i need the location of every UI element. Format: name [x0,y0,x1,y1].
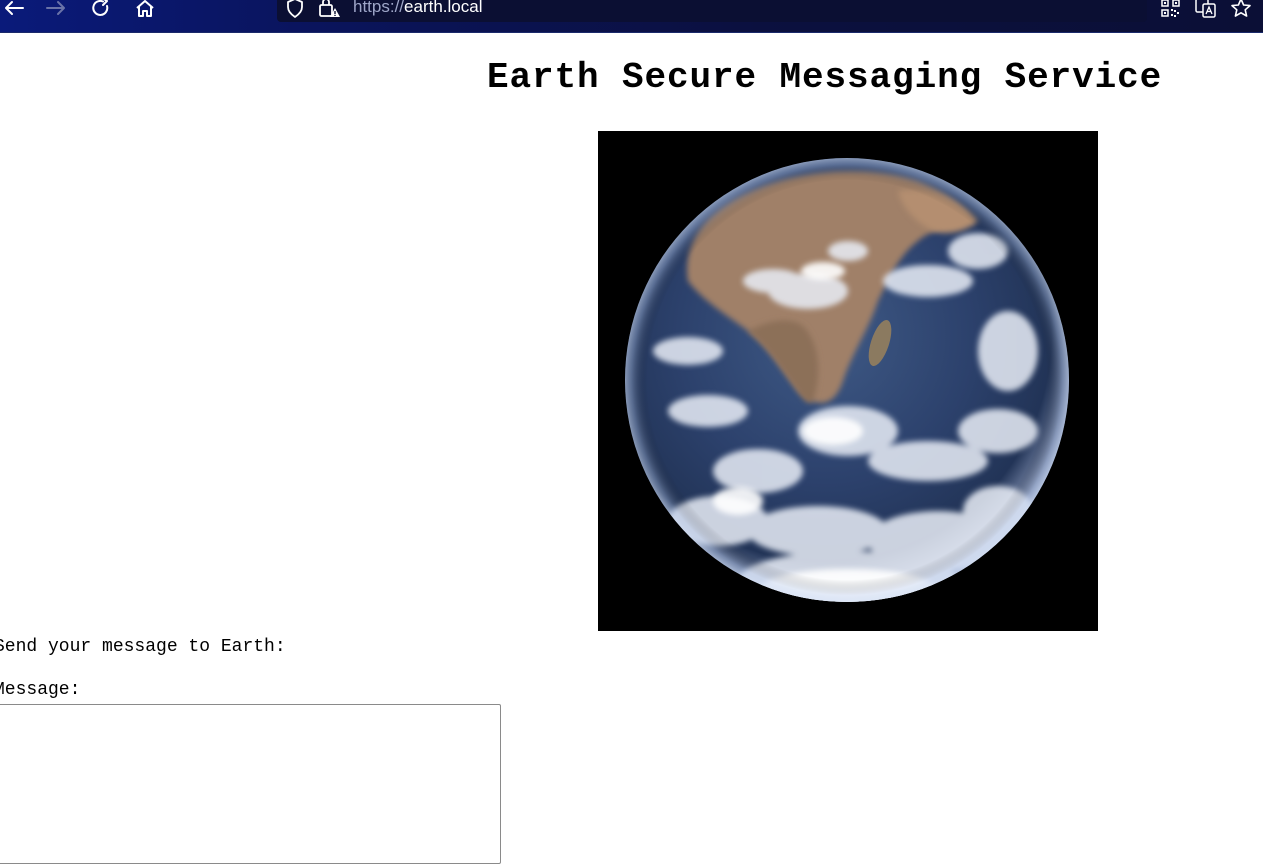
message-label: Message: [0,680,81,700]
forward-button[interactable] [42,0,70,18]
star-icon[interactable] [1229,0,1253,18]
message-textarea[interactable] [0,704,501,864]
url-scheme: https:// [353,0,405,16]
url-host: earth.local [404,0,483,16]
earth-image [598,131,1098,631]
home-icon [136,0,154,17]
browser-toolbar: https://earth.local [0,0,1263,33]
lock-warning-icon[interactable] [318,0,342,18]
url-bar[interactable]: https://earth.local [277,0,1147,22]
back-button[interactable] [0,0,28,18]
page-title: Earth Secure Messaging Service [487,57,1163,98]
arrow-left-icon [5,1,24,15]
translate-icon[interactable] [1194,0,1218,18]
url-text[interactable]: https://earth.local [353,0,482,17]
reload-icon [92,0,109,16]
send-message-heading: Send your message to Earth: [0,637,286,657]
arrow-right-icon [46,1,65,15]
home-button[interactable] [131,0,159,18]
shield-icon[interactable] [285,0,305,18]
qr-code-icon[interactable] [1159,0,1183,18]
reload-button[interactable] [87,0,115,18]
